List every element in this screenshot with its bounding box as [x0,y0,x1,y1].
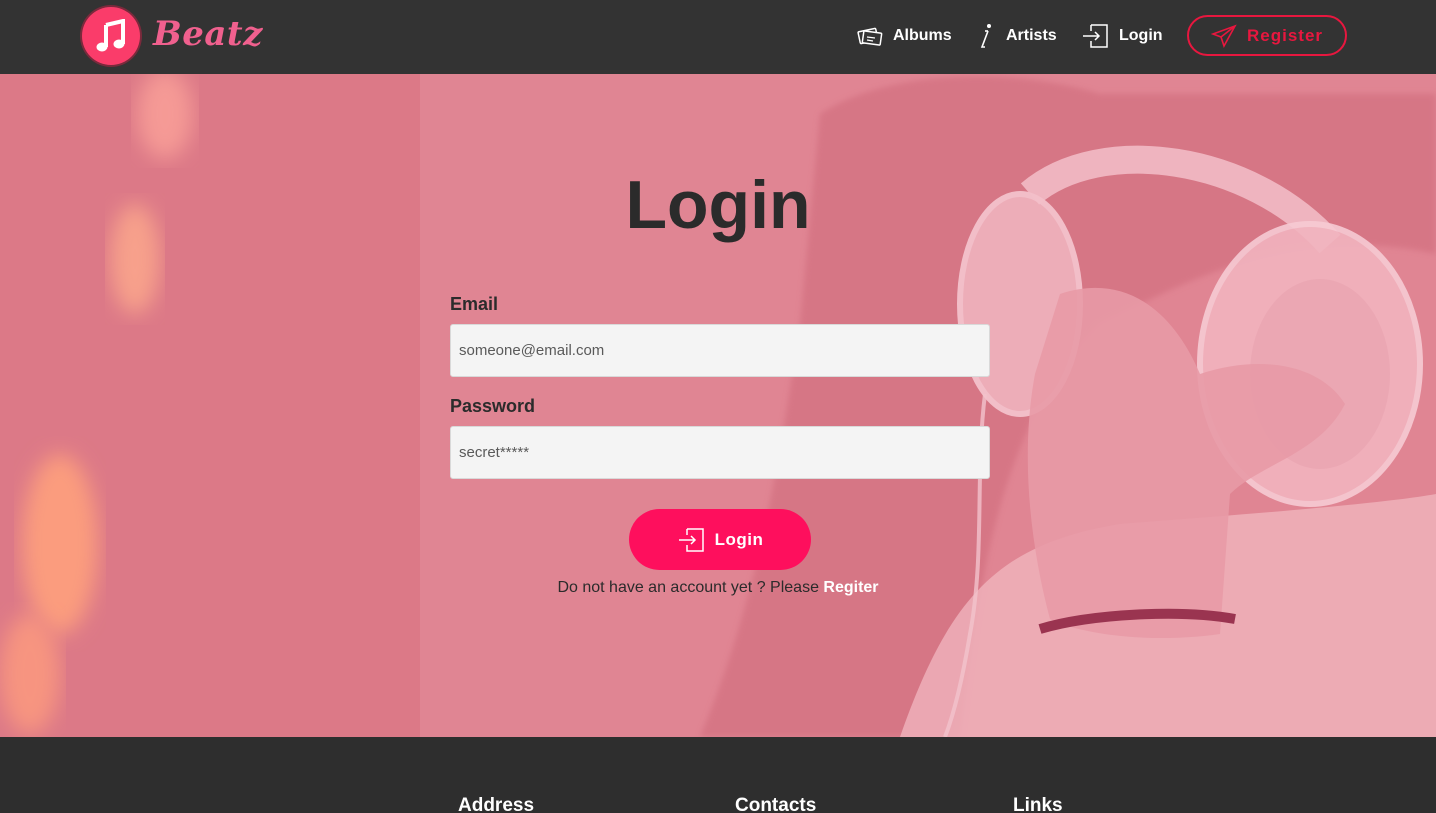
signup-prompt-text: Do not have an account yet ? Please [557,579,824,596]
footer-contacts-heading: Contacts [735,795,817,813]
logo-badge[interactable] [82,7,140,65]
sign-in-icon [1083,24,1108,48]
login-hero: Login Email Password Login Do not have a… [0,74,1436,737]
register-button-label: Register [1246,25,1324,45]
password-label: Password [450,396,536,416]
brand-name[interactable]: Beatz [153,14,263,54]
signup-prompt: Do not have an account yet ? Please Regi… [0,579,1436,597]
paper-plane-icon [1210,24,1237,48]
footer-address-heading: Address [458,795,535,813]
nav-login-label: Login [1119,27,1163,44]
email-label: Email [450,294,499,314]
login-submit-label: Login [714,529,764,549]
nav-albums[interactable]: Albums [857,22,952,50]
nav-artists-label: Artists [1006,27,1057,44]
info-icon [980,24,991,48]
register-button[interactable]: Register [1187,15,1347,56]
email-field[interactable] [450,324,990,377]
top-navbar: Beatz Albums Artists Login Register [0,0,1436,74]
page-title: Login [625,167,811,243]
nav-albums-label: Albums [893,27,952,44]
signup-link[interactable]: Regiter [823,579,878,596]
footer-links-heading: Links [1013,795,1063,813]
login-submit-button[interactable]: Login [629,509,811,570]
nav-login[interactable]: Login [1081,22,1163,50]
tickets-icon [857,27,883,46]
nav-artists[interactable]: Artists [976,22,1057,50]
footer: Address Contacts Links [0,737,1436,813]
sign-in-icon [678,527,704,552]
password-field[interactable] [450,426,990,479]
music-note-icon [96,19,125,52]
